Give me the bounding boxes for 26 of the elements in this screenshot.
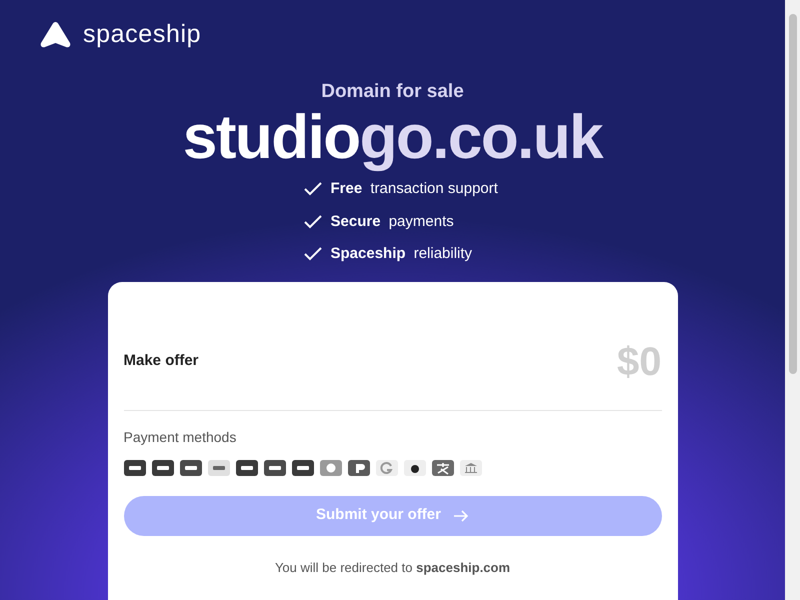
check-icon [302,181,322,198]
subtitle: Domain for sale [321,80,464,104]
feature-text: Free transaction support [330,179,498,199]
card-icon [124,460,146,476]
brand-name: spaceship [83,19,202,50]
check-icon [302,246,322,262]
payment-label: Payment methods [124,428,238,447]
arrow-right-icon [453,510,469,522]
bank-icon [460,460,482,476]
coin-icon [320,460,342,476]
card-icon [264,460,286,476]
feature-text: Secure payments [330,212,454,232]
scrollbar[interactable] [785,0,800,600]
card-icon [236,460,258,476]
feature-text: Spaceship reliability [330,244,472,264]
check-icon [302,214,322,230]
redirect-note: You will be redirected to spaceship.com [274,558,512,577]
card-icon [208,460,230,476]
offer-label: Make offer [124,351,199,372]
letter-g-icon [376,460,398,476]
card-icon [152,460,174,476]
glyph-icon [432,460,454,476]
card-icon [180,460,202,476]
card-icon [292,460,314,476]
logo-icon [40,21,71,48]
domain-name: studiogo.co.uk [182,102,602,174]
